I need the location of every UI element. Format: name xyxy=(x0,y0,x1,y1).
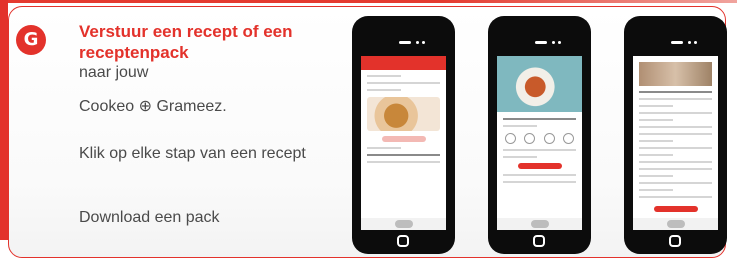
recipe-image[interactable] xyxy=(367,97,440,131)
phone-recipe-detail xyxy=(488,16,591,254)
line-device: Cookeo ⊕ Grameez. xyxy=(79,98,227,115)
speaker-icon xyxy=(399,41,411,44)
phone-screen[interactable] xyxy=(497,56,582,230)
home-button-icon xyxy=(533,235,545,247)
step-title: Verstuur een recept of een receptenpack xyxy=(79,22,293,62)
camera-icon xyxy=(552,41,555,44)
sensor-icon xyxy=(694,41,697,44)
camera-icon xyxy=(688,41,691,44)
sensor-icon xyxy=(558,41,561,44)
phone-screen[interactable] xyxy=(361,56,446,230)
line-naar-jouw: naar jouw xyxy=(79,64,149,81)
step-badge: G xyxy=(16,25,46,55)
send-recipe-button[interactable] xyxy=(517,163,562,169)
line-click-step: Klik op elke stap van een recept xyxy=(79,145,306,162)
send-button[interactable] xyxy=(381,136,426,142)
left-edge-bar xyxy=(0,0,8,240)
recipe-icons xyxy=(501,133,578,144)
recipe-photo xyxy=(497,56,582,112)
tab-bar[interactable] xyxy=(497,218,582,230)
top-stripe xyxy=(0,0,737,3)
pack-photo xyxy=(639,62,712,86)
line-download-pack: Download een pack xyxy=(79,209,220,226)
speaker-icon xyxy=(671,41,683,44)
phone-ingredients xyxy=(624,16,727,254)
tab-bar[interactable] xyxy=(633,218,718,230)
home-button-icon xyxy=(397,235,409,247)
phone-recipe-list xyxy=(352,16,455,254)
download-pack-button[interactable] xyxy=(653,206,698,212)
tab-bar[interactable] xyxy=(361,218,446,230)
phone-screen[interactable] xyxy=(633,56,718,230)
app-header xyxy=(361,56,446,70)
home-button-icon xyxy=(669,235,681,247)
speaker-icon xyxy=(535,41,547,44)
camera-icon xyxy=(416,41,419,44)
sensor-icon xyxy=(422,41,425,44)
